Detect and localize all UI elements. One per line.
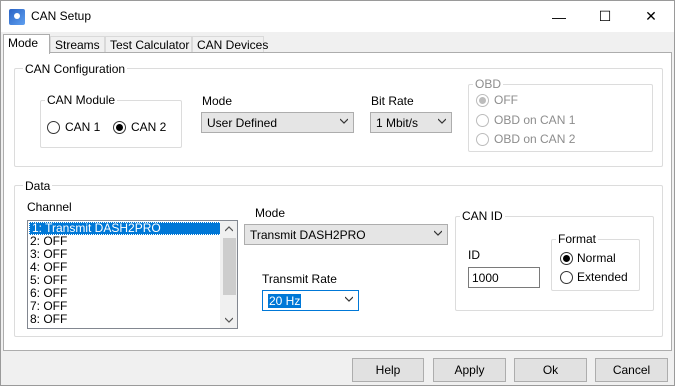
scrollbar-thumb[interactable]	[223, 238, 236, 295]
ok-button[interactable]: Ok	[514, 358, 587, 382]
data-mode-value: Transmit DASH2PRO	[250, 228, 366, 242]
can-configuration-label: CAN Configuration	[23, 62, 128, 76]
channel-list-item[interactable]: 8: OFF	[28, 313, 237, 326]
chevron-up-icon[interactable]	[225, 225, 233, 233]
close-button[interactable]: ✕	[628, 1, 674, 32]
cancel-button[interactable]: Cancel	[595, 358, 668, 382]
chevron-down-icon	[438, 118, 446, 124]
maximize-button[interactable]: ☐	[582, 1, 628, 32]
obd-off-radio[interactable]	[476, 94, 489, 107]
can-mode-value: User Defined	[207, 116, 278, 130]
id-input[interactable]: 1000	[468, 267, 540, 288]
obd-group: OBD OFF OBD on CAN 1 OBD on CAN 2	[468, 77, 653, 152]
obd-can1-label[interactable]: OBD on CAN 1	[494, 113, 575, 127]
id-label: ID	[468, 248, 480, 262]
bit-rate-value: 1 Mbit/s	[376, 116, 419, 130]
chevron-down-icon	[434, 230, 442, 236]
can1-label[interactable]: CAN 1	[65, 120, 100, 134]
channel-scrollbar[interactable]	[220, 221, 237, 328]
format-label: Format	[556, 232, 599, 246]
title-bar[interactable]: CAN Setup — ☐ ✕	[1, 1, 674, 32]
format-extended-label[interactable]: Extended	[577, 270, 628, 284]
tab-mode[interactable]: Mode	[3, 34, 50, 54]
transmit-rate-value: 20 Hz	[268, 294, 302, 308]
obd-can1-radio[interactable]	[476, 114, 489, 127]
can-module-group: CAN Module CAN 1 CAN 2	[40, 93, 182, 148]
window-title: CAN Setup	[31, 9, 92, 23]
chevron-down-icon	[345, 296, 353, 302]
mode-tab-panel: CAN Configuration CAN Module CAN 1 CAN 2…	[3, 52, 672, 351]
can2-label[interactable]: CAN 2	[131, 120, 166, 134]
can-id-label: CAN ID	[460, 209, 505, 223]
bit-rate-dropdown[interactable]: 1 Mbit/s	[370, 112, 452, 133]
transmit-rate-label: Transmit Rate	[262, 272, 337, 286]
minimize-button[interactable]: —	[536, 1, 582, 32]
obd-label: OBD	[473, 77, 504, 91]
format-normal-radio[interactable]	[560, 252, 573, 265]
help-button[interactable]: Help	[352, 358, 424, 382]
can2-radio[interactable]	[113, 121, 126, 134]
can-configuration-group: CAN Configuration CAN Module CAN 1 CAN 2…	[14, 62, 663, 167]
can-module-label: CAN Module	[45, 93, 118, 107]
data-group: Data Channel 1: Transmit DASH2PRO 2: OFF 3…	[14, 179, 663, 337]
tab-streams[interactable]: Streams	[50, 36, 105, 53]
bit-rate-label: Bit Rate	[371, 94, 414, 108]
data-mode-dropdown[interactable]: Transmit DASH2PRO	[244, 224, 448, 245]
can-mode-dropdown[interactable]: User Defined	[201, 112, 354, 133]
format-group: Format Normal Extended	[551, 232, 640, 291]
apply-button[interactable]: Apply	[433, 358, 506, 382]
tab-can-devices[interactable]: CAN Devices	[192, 36, 268, 53]
channel-label: Channel	[27, 200, 72, 214]
format-normal-label[interactable]: Normal	[577, 251, 616, 265]
channel-list[interactable]: 1: Transmit DASH2PRO 2: OFF 3: OFF 4: OFF 5:…	[27, 220, 238, 329]
data-mode-label: Mode	[255, 206, 286, 220]
obd-off-label[interactable]: OFF	[494, 93, 518, 107]
transmit-rate-dropdown[interactable]: 20 Hz	[262, 290, 359, 311]
chevron-down-icon	[340, 118, 348, 124]
app-icon	[9, 9, 25, 25]
tab-test-calculator[interactable]: Test Calculator	[105, 36, 192, 53]
data-label: Data	[23, 179, 53, 193]
can1-radio[interactable]	[47, 121, 60, 134]
tab-bar: Mode Streams Test Calculator CAN Devices	[1, 34, 674, 54]
obd-can2-radio[interactable]	[476, 133, 489, 146]
can-mode-label: Mode	[202, 94, 233, 108]
format-extended-radio[interactable]	[560, 271, 573, 284]
obd-can2-label[interactable]: OBD on CAN 2	[494, 132, 575, 146]
can-id-group: CAN ID ID 1000 Format Normal Extended	[455, 209, 654, 311]
can-setup-window: CAN Setup — ☐ ✕ Mode Streams Test Calcul…	[0, 0, 675, 386]
chevron-down-icon[interactable]	[225, 316, 233, 324]
